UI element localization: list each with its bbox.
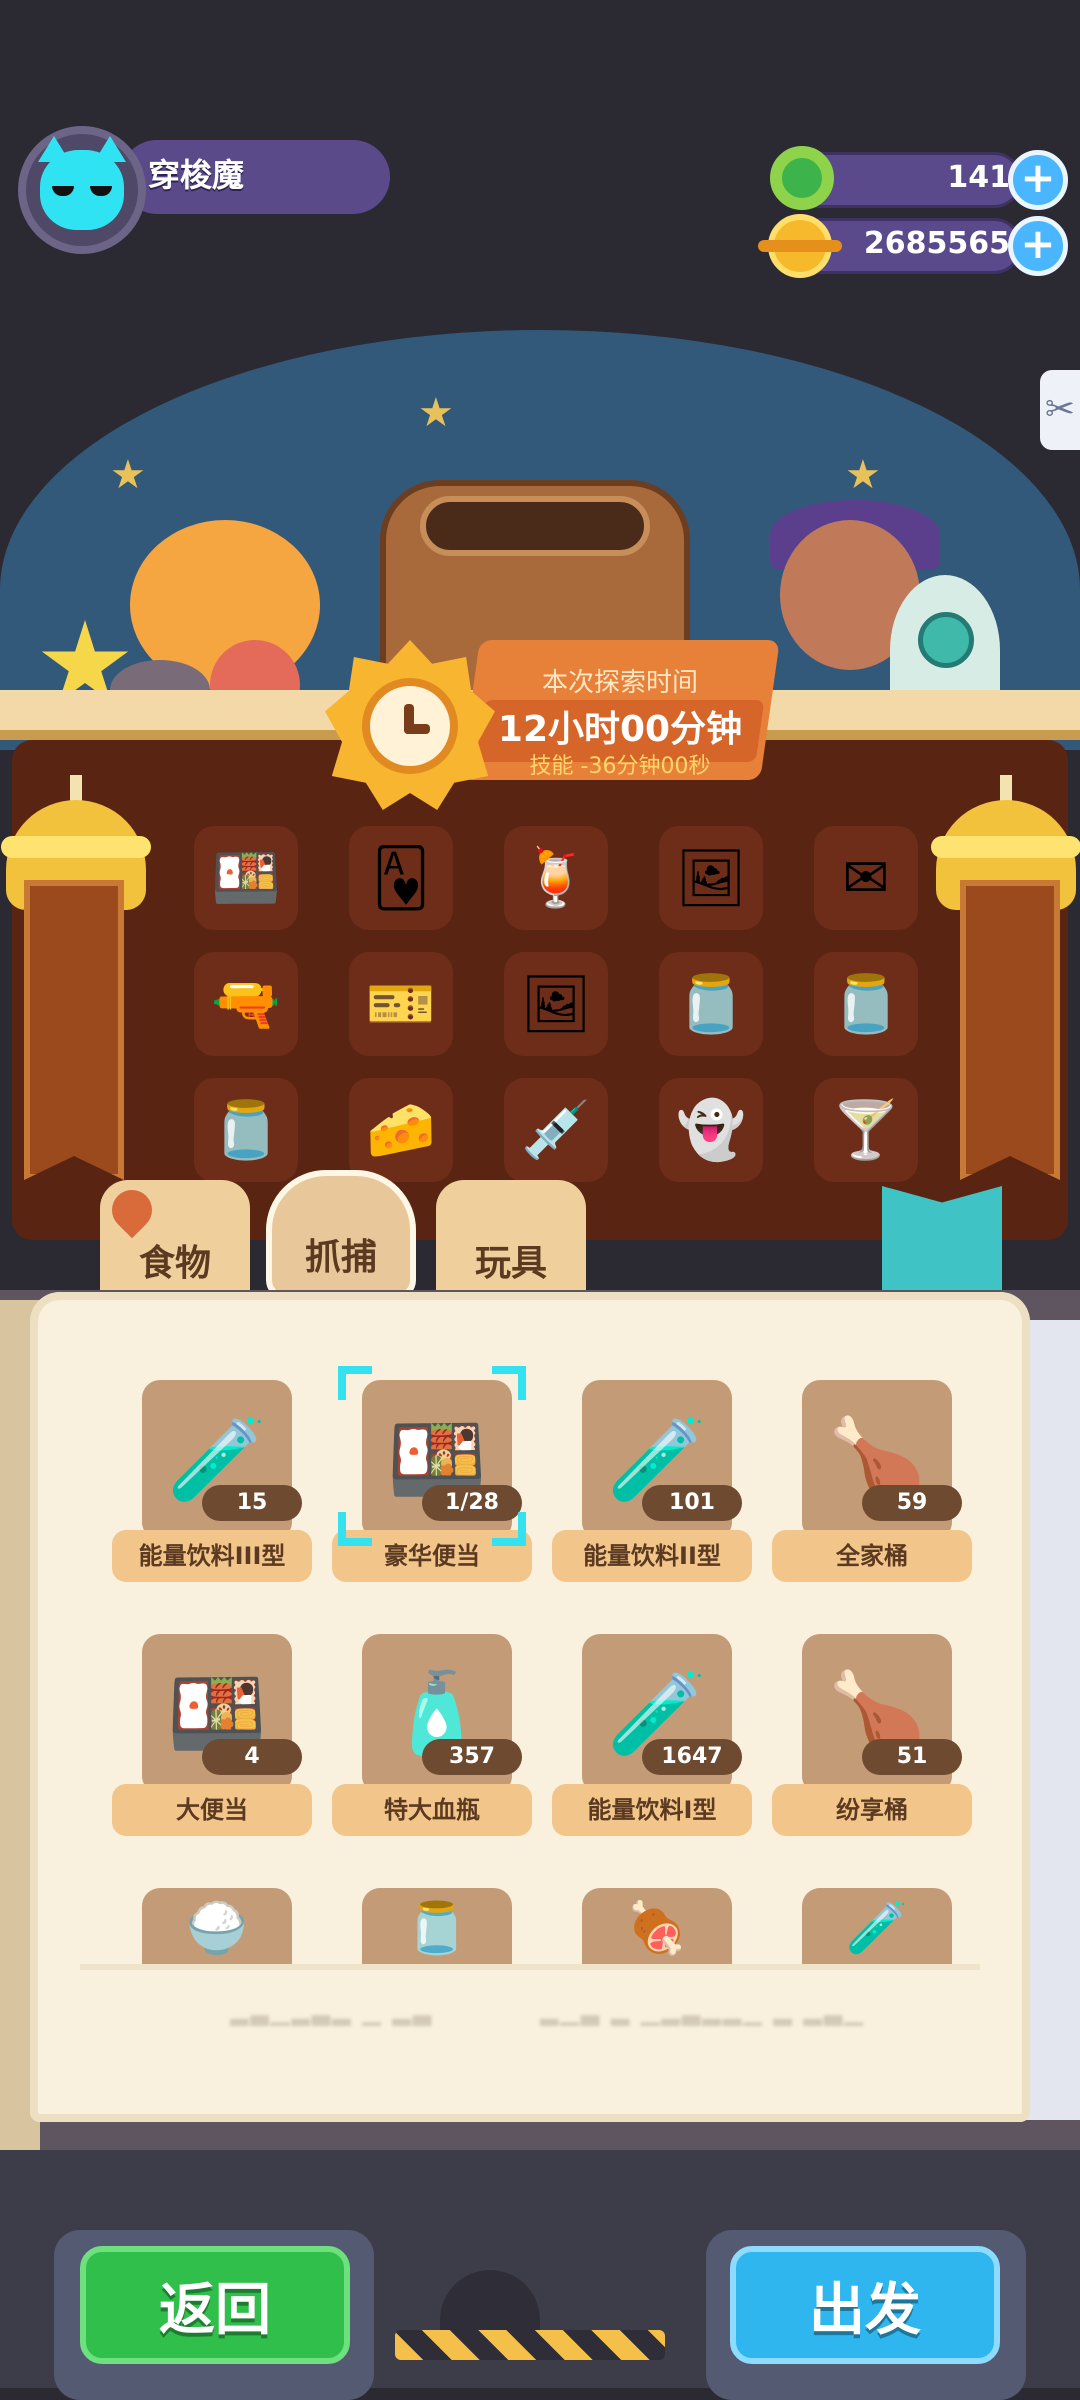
photo-icon: 🖼 (520, 972, 592, 1037)
go-button[interactable]: 出发 (730, 2246, 1000, 2364)
explore-skill-bonus: 技能 -36分钟00秒 (529, 754, 711, 779)
dropper-icon: 💉 (521, 1098, 591, 1163)
clock-hand-minute (404, 724, 430, 734)
explore-slot[interactable]: 🫙 (814, 952, 918, 1056)
heart-card-icon: 🂱 (372, 845, 430, 911)
item-count: 15 (202, 1485, 302, 1521)
explore-slot[interactable]: 🍱 (194, 826, 298, 930)
back-button[interactable]: 返回 (80, 2246, 350, 2364)
player-name: 穿梭魔 (148, 156, 245, 194)
empty-bottle-icon: 🫙 (211, 1098, 281, 1163)
item-card[interactable]: 🍗 59 全家桶 (772, 1380, 972, 1590)
item-count: 4 (202, 1739, 302, 1775)
item-icon: 🫙 (405, 1898, 469, 1957)
empty-bottle-icon: 🫙 (676, 972, 746, 1037)
explore-slot[interactable]: 🖼 (504, 952, 608, 1056)
item-card[interactable]: 🧪 101 能量饮料II型 (552, 1380, 752, 1590)
item-name: 能量饮料III型 (112, 1530, 312, 1582)
item-name: 纷享桶 (772, 1784, 972, 1836)
item-icon: 🍚 (185, 1898, 249, 1957)
side-banner-left (24, 880, 124, 1180)
item-card-partial[interactable]: 🍖 (582, 1888, 732, 1968)
bell-band-left (1, 836, 151, 858)
explore-slot[interactable]: 🎫 (349, 952, 453, 1056)
add-gold-currency-button[interactable]: + (1008, 216, 1068, 276)
item-count: 1647 (642, 1739, 742, 1775)
blurred-page-text: ▂▁▃ ▂ ▁▂▃▂▂▁ ▂ ▂▃▁ (540, 1998, 865, 2026)
item-card[interactable]: 🧪 15 能量饮料III型 (112, 1380, 312, 1590)
empty-bottle-icon: 🫙 (831, 972, 901, 1037)
explore-slot[interactable]: 👻 (659, 1078, 763, 1182)
item-card[interactable]: 🍗 51 纷享桶 (772, 1634, 972, 1844)
item-card-partial[interactable]: 🫙 (362, 1888, 512, 1968)
explore-time-value: 12小时00分钟 (497, 709, 743, 750)
item-icon: 🍖 (625, 1898, 689, 1957)
item-card[interactable]: 🧪 1647 能量饮料I型 (552, 1634, 752, 1844)
item-name: 特大血瓶 (332, 1784, 532, 1836)
hazard-stripe (395, 2330, 665, 2360)
bento-icon: 🍱 (211, 846, 281, 911)
scissors-icon[interactable]: ✂ (1040, 370, 1080, 450)
portrait-card-icon: 🖼 (675, 846, 747, 911)
side-banner-right (960, 880, 1060, 1180)
item-card[interactable]: 🍱 1/28 豪华便当 (332, 1366, 532, 1590)
tab-toys[interactable]: 玩具 (436, 1180, 586, 1300)
item-name: 全家桶 (772, 1530, 972, 1582)
page-divider (80, 1964, 980, 1970)
rocket-window (918, 612, 974, 668)
bell-band-right (931, 836, 1080, 858)
explore-slot[interactable]: 🧀 (349, 1078, 453, 1182)
gold-currency-value: 2685565 (863, 226, 1010, 261)
donut-currency-value: 141 (947, 160, 1010, 195)
tab-capture[interactable]: 抓捕 (266, 1170, 416, 1300)
explore-slot[interactable]: 🫙 (659, 952, 763, 1056)
item-name: 能量饮料I型 (552, 1784, 752, 1836)
star-decoration-icon: ★ (110, 452, 146, 498)
selection-corner (338, 1366, 372, 1400)
selection-corner (338, 1512, 372, 1546)
add-donut-currency-button[interactable]: + (1008, 150, 1068, 210)
explore-slot[interactable]: 🖼 (659, 826, 763, 930)
explore-slot[interactable]: 🫙 (194, 1078, 298, 1182)
explore-slot[interactable]: 🍸 (814, 1078, 918, 1182)
star-decoration-icon: ★ (845, 452, 881, 498)
item-count: 101 (642, 1485, 742, 1521)
cheese-cube-icon: 🧀 (366, 1098, 436, 1163)
explore-time-label: 本次探索时间 (541, 668, 698, 698)
item-card-partial[interactable]: 🧪 (802, 1888, 952, 1968)
juice-glass-icon: 🍸 (831, 1098, 901, 1163)
item-count: 51 (862, 1739, 962, 1775)
item-card-partial[interactable]: 🍚 (142, 1888, 292, 1968)
explore-slot[interactable]: 🍹 (504, 826, 608, 930)
explore-slot[interactable]: 🔫 (194, 952, 298, 1056)
explore-slot[interactable]: ✉ (814, 826, 918, 930)
selection-corner (492, 1512, 526, 1546)
ghost-spirit-icon: 👻 (676, 1098, 746, 1163)
explore-slot[interactable]: 🂱 (349, 826, 453, 930)
ticket-icon: 🎫 (366, 972, 436, 1037)
selection-corner (492, 1366, 526, 1400)
item-name: 能量饮料II型 (552, 1530, 752, 1582)
blurred-page-text: ▂▃▁▂▃▂ ▁ ▂▃ (230, 1998, 434, 2026)
backpack-lid (420, 496, 650, 556)
item-card[interactable]: 🍱 4 大便当 (112, 1634, 312, 1844)
item-card[interactable]: 🧴 357 特大血瓶 (332, 1634, 532, 1844)
explore-slot[interactable]: 💉 (504, 1078, 608, 1182)
item-name: 大便当 (112, 1784, 312, 1836)
item-count: 59 (862, 1485, 962, 1521)
green-donut-coin-icon (770, 146, 834, 210)
letter-icon: ✉ (842, 845, 890, 911)
bookmark-ribbon[interactable] (882, 1186, 1002, 1296)
item-icon: 🧪 (845, 1898, 909, 1957)
item-count: 357 (422, 1739, 522, 1775)
star-decoration-icon: ★ (418, 390, 454, 436)
drink-cup-icon: 🍹 (521, 846, 591, 911)
toy-gun-icon: 🔫 (211, 972, 281, 1037)
